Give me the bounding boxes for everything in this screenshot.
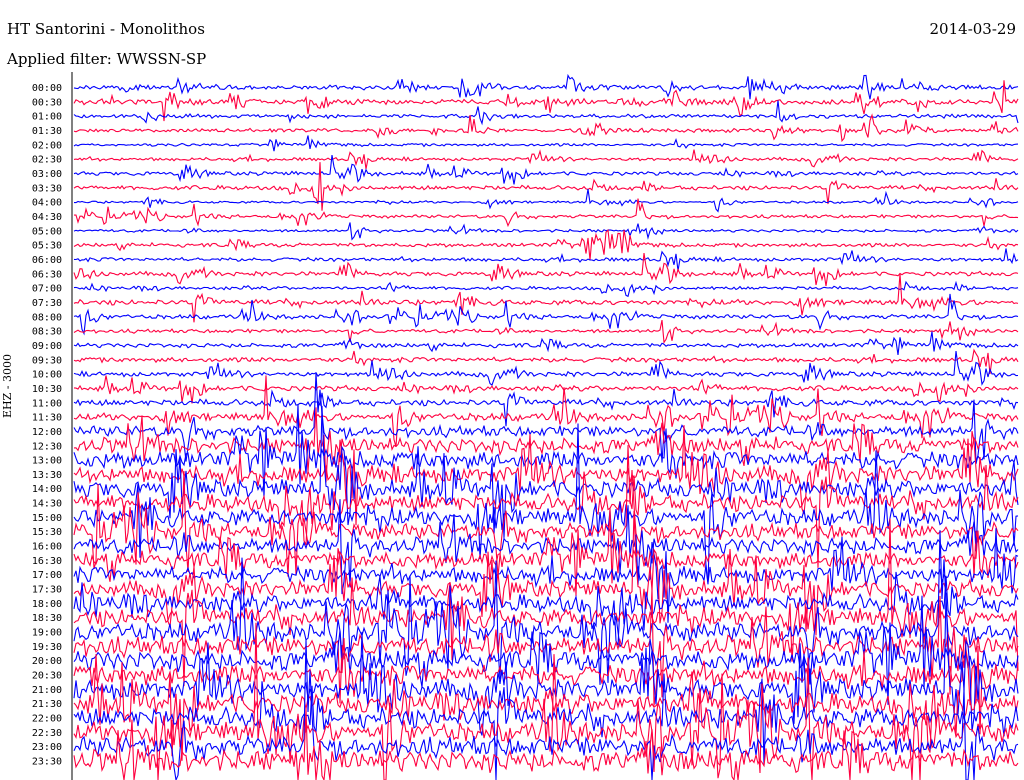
tick-label-group: 00:00 00:30 01:00 01:30 02:00 02:30 03:00 03:30…	[32, 83, 62, 768]
time-tick-label: 07:00	[32, 284, 62, 295]
trace-line	[73, 351, 1019, 386]
trace-line	[73, 528, 1019, 623]
trace-line	[73, 375, 1019, 447]
trace-line	[73, 425, 1019, 526]
time-tick-label: 01:30	[32, 126, 62, 137]
time-tick-label: 02:30	[32, 155, 62, 166]
trace-group	[73, 73, 1019, 780]
trace-line	[73, 73, 1019, 100]
time-tick-label: 00:00	[32, 83, 62, 94]
trace-line	[73, 280, 1019, 298]
trace-line	[73, 388, 1019, 427]
time-tick-label: 03:30	[32, 183, 62, 194]
time-tick-label: 12:00	[32, 427, 62, 438]
trace-line	[73, 113, 1019, 143]
trace-line	[73, 228, 1019, 261]
time-tick-label: 13:30	[32, 470, 62, 481]
trace-line	[73, 162, 1019, 211]
seismogram-page: HT Santorini - Monolithos 2014-03-29 App…	[0, 0, 1024, 780]
time-tick-label: 13:00	[32, 456, 62, 467]
time-tick-label: 16:30	[32, 556, 62, 567]
time-tick-label: 19:00	[32, 628, 62, 639]
time-tick-label: 22:00	[32, 714, 62, 725]
time-tick-label: 05:00	[32, 226, 62, 237]
time-tick-label: 19:30	[32, 642, 62, 653]
time-tick-label: 03:00	[32, 169, 62, 180]
time-tick-label: 06:00	[32, 255, 62, 266]
trace-line	[73, 222, 1019, 241]
trace-line	[73, 708, 1019, 780]
trace-line	[73, 405, 1019, 538]
trace-line	[73, 273, 1019, 323]
time-tick-label: 22:30	[32, 728, 62, 739]
time-tick-label: 08:30	[32, 327, 62, 338]
trace-line	[73, 348, 1019, 374]
helicorder-plot: 00:00 00:30 01:00 01:30 02:00 02:30 03:00 03:30…	[32, 72, 1019, 780]
trace-line	[73, 634, 1019, 735]
trace-line	[73, 149, 1019, 170]
time-tick-label: 11:30	[32, 413, 62, 424]
time-tick-label: 18:30	[32, 613, 62, 624]
time-tick-label: 16:00	[32, 542, 62, 553]
time-tick-label: 04:30	[32, 212, 62, 223]
time-tick-label: 06:30	[32, 269, 62, 280]
time-tick-label: 10:00	[32, 370, 62, 381]
trace-line	[73, 248, 1019, 271]
time-tick-label: 14:00	[32, 484, 62, 495]
time-tick-label: 21:30	[32, 699, 62, 710]
time-tick-label: 09:00	[32, 341, 62, 352]
time-tick-label: 05:30	[32, 241, 62, 252]
time-tick-label: 17:30	[32, 585, 62, 596]
trace-line	[73, 253, 1019, 287]
time-tick-label: 20:00	[32, 656, 62, 667]
time-tick-label: 23:00	[32, 742, 62, 753]
time-tick-label: 00:30	[32, 97, 62, 108]
time-tick-label: 11:00	[32, 398, 62, 409]
time-tick-label: 21:00	[32, 685, 62, 696]
time-tick-label: 12:30	[32, 441, 62, 452]
time-tick-label: 08:00	[32, 312, 62, 323]
time-tick-label: 04:00	[32, 198, 62, 209]
time-tick-label: 18:00	[32, 599, 62, 610]
trace-line	[73, 654, 1019, 761]
time-tick-label: 23:30	[32, 757, 62, 768]
time-tick-label: 15:30	[32, 527, 62, 538]
time-tick-label: 15:00	[32, 513, 62, 524]
time-tick-label: 02:00	[32, 140, 62, 151]
time-tick-label: 14:30	[32, 499, 62, 510]
time-tick-label: 17:00	[32, 570, 62, 581]
time-tick-label: 20:30	[32, 671, 62, 682]
trace-line	[73, 375, 1019, 404]
trace-line	[74, 189, 1019, 213]
trace-line	[73, 331, 1019, 355]
trace-line	[73, 135, 1019, 152]
time-tick-label: 07:30	[32, 298, 62, 309]
time-tick-label: 01:00	[32, 112, 62, 123]
time-tick-label: 10:30	[32, 384, 62, 395]
time-tick-label: 09:30	[32, 355, 62, 366]
